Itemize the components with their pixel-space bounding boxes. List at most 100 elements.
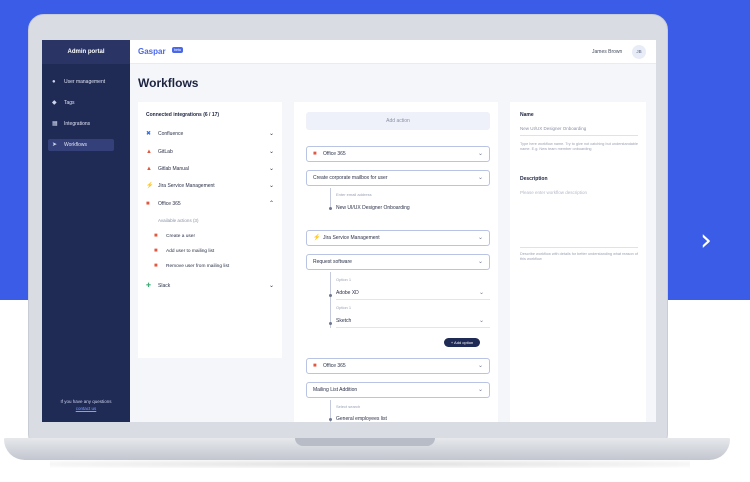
chevron-down-icon[interactable]: ⌄ [478, 387, 483, 393]
chevron-down-icon[interactable]: ⌄ [269, 283, 274, 289]
chevron-down-icon[interactable]: ⌄ [269, 149, 274, 155]
workflow-icon: ➤ [52, 142, 58, 148]
laptop-shadow [50, 460, 690, 468]
sidebar-item-tags[interactable]: ◆ Tags [48, 97, 114, 109]
integration-jira-service-management[interactable]: ⚡ Jira Service Management ⌄ [146, 180, 274, 192]
laptop-notch [295, 438, 435, 446]
step-label: Mailing List Addition [313, 387, 358, 393]
action-add-user-mailing-list[interactable]: ■ Add user to mailing list [154, 246, 214, 256]
chevron-down-icon[interactable]: ⌄ [269, 131, 274, 137]
sidebar-item-workflows[interactable]: ➤ Workflows [48, 139, 114, 151]
chevron-down-icon[interactable]: ⌄ [478, 363, 483, 369]
integration-gitlab[interactable]: ▲ GitLab ⌄ [146, 146, 274, 158]
gitlab-icon: ▲ [146, 166, 152, 172]
integration-label: Jira Service Management [158, 183, 215, 189]
connector-dot [329, 322, 332, 325]
chevron-down-icon[interactable]: ⌄ [479, 290, 484, 296]
integration-slack[interactable]: ✚ Slack ⌄ [146, 280, 274, 292]
step-create-mailbox[interactable]: Create corporate mailbox for user ⌄ [306, 170, 490, 186]
chevron-down-icon[interactable]: ⌄ [478, 175, 483, 181]
action-create-user[interactable]: ■ Create a user [154, 231, 195, 241]
chevron-down-icon[interactable]: ⌄ [269, 166, 274, 172]
chevron-down-icon[interactable]: ⌄ [478, 151, 483, 157]
step-label: Request software [313, 259, 352, 265]
connector-dot [329, 418, 332, 421]
description-label: Description [520, 176, 548, 182]
option-sketch[interactable]: Sketch ⌄ [336, 314, 490, 328]
add-action-button[interactable]: Add action [306, 112, 490, 130]
chevron-down-icon[interactable]: ⌄ [478, 259, 483, 265]
integration-label: Confluence [158, 131, 184, 137]
step-label: Office 365 [323, 363, 346, 369]
step-label: Create corporate mailbox for user [313, 175, 388, 181]
chevron-down-icon[interactable]: ⌄ [269, 183, 274, 189]
step-office-365-second[interactable]: ■ Office 365 ⌄ [306, 358, 490, 374]
connected-integrations-panel: Connected integrations (6 / 17) ✖ Conflu… [138, 102, 282, 358]
top-bar: Gaspar beta James Brown JB [130, 40, 656, 64]
help-text: If you have any questions [60, 399, 112, 404]
name-input[interactable]: New UI/UX Designer Onboarding [520, 122, 638, 136]
step-office-365[interactable]: ■ Office 365 ⌄ [306, 146, 490, 162]
add-option-button[interactable]: + Add option [444, 338, 480, 347]
page-title: Workflows [138, 76, 199, 90]
confluence-icon: ✖ [146, 131, 152, 137]
option-1-label: Option 1 [336, 277, 352, 282]
sidebar-item-user-management[interactable]: ● User management [48, 76, 114, 88]
integration-gitlab-manual[interactable]: ▲ Gitlab Manual ⌄ [146, 163, 274, 175]
mailbox-field-value[interactable]: New UI/UX Designer Onboarding [336, 205, 410, 211]
office-icon: ■ [146, 201, 150, 207]
app-screen: Admin portal ● User management ◆ Tags ▦ … [42, 40, 656, 422]
integration-label: Office 365 [158, 201, 181, 207]
mailing-field-value[interactable]: General employees list [336, 416, 387, 422]
integration-label: Gitlab Manual [158, 166, 189, 172]
description-textarea[interactable]: Please enter workflow description [520, 186, 638, 248]
integration-office-365[interactable]: ■ Office 365 ⌃ [146, 198, 274, 210]
action-remove-user-mailing-list[interactable]: ■ Remove user from mailing list [154, 261, 229, 271]
step-label: Jira Service Management [323, 235, 380, 241]
sidebar: Admin portal ● User management ◆ Tags ▦ … [42, 40, 130, 422]
jira-icon: ⚡ [313, 235, 321, 241]
integrations-heading: Connected integrations (6 / 17) [146, 112, 220, 118]
contact-us-link[interactable]: contact us [42, 405, 130, 412]
step-mailing-list-addition[interactable]: Mailing List Addition ⌄ [306, 382, 490, 398]
sidebar-item-integrations[interactable]: ▦ Integrations [48, 118, 114, 130]
integration-confluence[interactable]: ✖ Confluence ⌄ [146, 128, 274, 140]
office-icon: ■ [154, 263, 158, 269]
office-icon: ■ [154, 233, 158, 239]
chevron-up-icon[interactable]: ⌃ [269, 201, 274, 207]
chevron-down-icon[interactable]: ⌄ [478, 235, 483, 241]
step-jira-service-management[interactable]: ⚡ Jira Service Management ⌄ [306, 230, 490, 246]
step-label: Office 365 [323, 151, 346, 157]
action-label: Create a user [166, 233, 196, 239]
integration-label: Slack [158, 283, 171, 289]
name-label: Name [520, 112, 534, 118]
name-help-text: Type here workflow name. Try to give not… [520, 142, 638, 151]
connector-line [330, 272, 331, 328]
connector-dot [329, 207, 332, 210]
option-2-label: Option 1 [336, 305, 352, 310]
option-adobe-xd[interactable]: Adobe XD ⌄ [336, 286, 490, 300]
step-request-software[interactable]: Request software ⌄ [306, 254, 490, 270]
chevron-down-icon[interactable]: ⌄ [479, 318, 484, 324]
user-name[interactable]: James Brown [592, 49, 622, 55]
office-icon: ■ [313, 363, 317, 369]
tag-icon: ◆ [52, 100, 57, 106]
avatar[interactable]: JB [632, 45, 646, 59]
beta-badge: beta [172, 47, 183, 53]
description-help-text: Describe workflow with details for bette… [520, 252, 638, 261]
grid-icon: ▦ [52, 121, 58, 127]
gaspar-logo[interactable]: Gaspar [138, 47, 166, 56]
office-icon: ■ [313, 151, 317, 157]
sidebar-footer: If you have any questions contact us [42, 398, 130, 412]
sidebar-item-label: User management [64, 79, 106, 85]
slack-icon: ✚ [146, 283, 152, 289]
mailbox-field-label: Enter email address [336, 192, 372, 197]
sidebar-item-label: Tags [64, 100, 75, 106]
jira-icon: ⚡ [146, 183, 154, 189]
office-icon: ■ [154, 248, 158, 254]
workflow-details-panel: Name New UI/UX Designer Onboarding Type … [510, 102, 646, 422]
connector-dot [329, 294, 332, 297]
next-slide-arrow-icon[interactable]: › [700, 226, 722, 256]
sidebar-title: Admin portal [42, 40, 130, 64]
option-value: Adobe XD [336, 289, 359, 296]
